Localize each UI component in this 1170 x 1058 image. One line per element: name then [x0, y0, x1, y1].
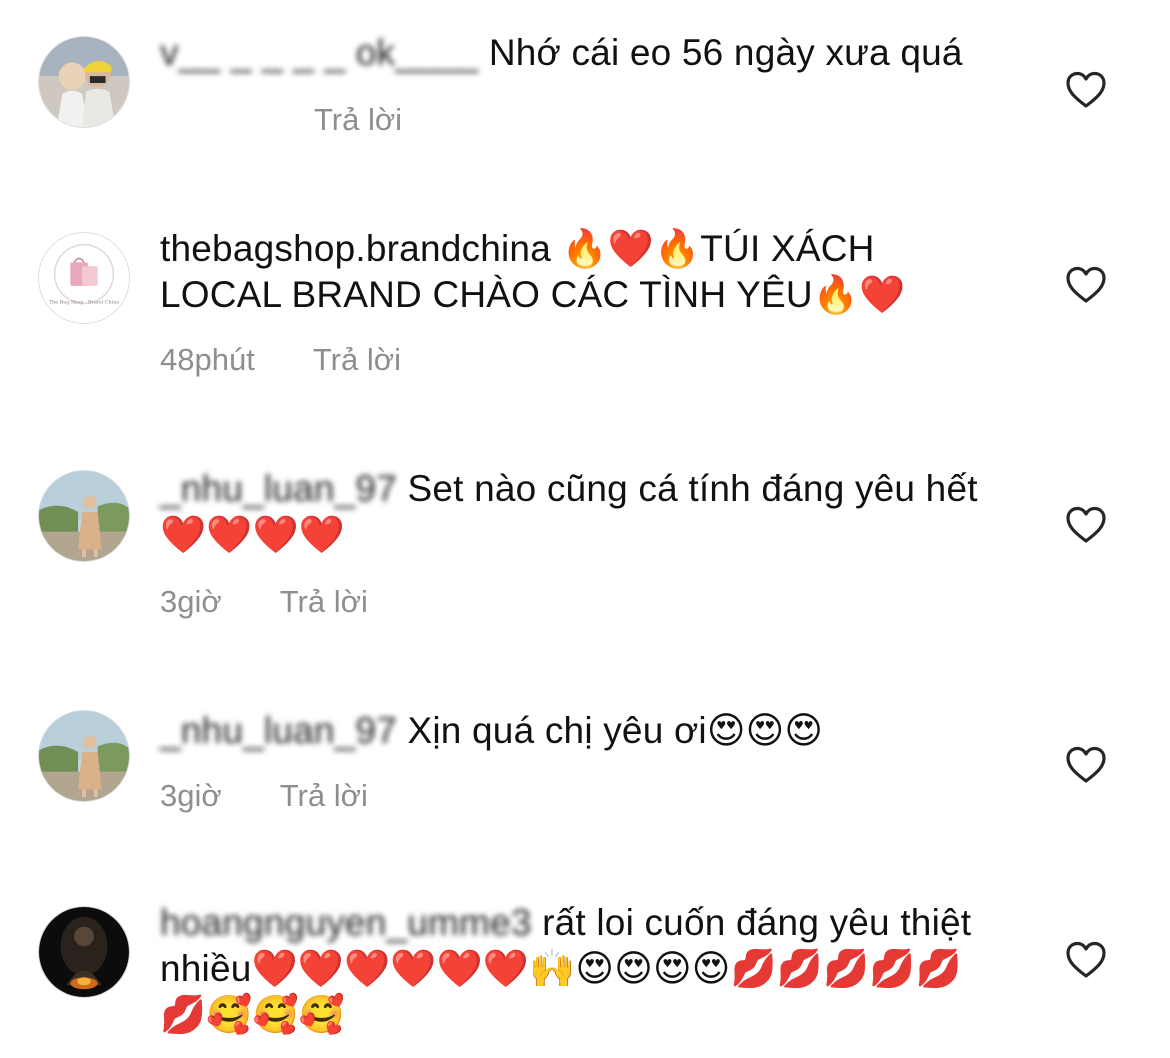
avatar-photo — [39, 471, 129, 561]
reply-button[interactable]: Trả lời — [314, 102, 402, 137]
comment-text: thebagshop.brandchina 🔥❤️🔥TÚI XÁCH LOCAL… — [160, 226, 1000, 318]
comment-body: Xịn quá chị yêu ơi😍😍😍 — [407, 710, 824, 751]
user-avatar[interactable] — [38, 36, 130, 128]
like-button[interactable] — [1064, 265, 1108, 305]
comment-username[interactable]: v__ _ _ _ _ ok____ — [160, 32, 478, 73]
reply-button[interactable]: Trả lời — [313, 342, 401, 377]
heart-outline-icon — [1066, 266, 1106, 303]
like-button[interactable] — [1064, 940, 1108, 980]
comment-time: 48phút — [160, 342, 255, 377]
comment-username[interactable]: _nhu_luan_97 — [160, 710, 397, 751]
comment-body: Nhớ cái eo 56 ngày xưa quá — [488, 32, 963, 73]
comment-text: _nhu_luan_97 Set nào cũng cá tính đáng y… — [160, 466, 1000, 558]
avatar-photo — [39, 907, 129, 997]
user-avatar[interactable] — [38, 470, 130, 562]
avatar-photo: The Bag Shop · Brand China — [39, 233, 129, 323]
comment-meta: 3giờ Trả lời — [160, 776, 368, 816]
comment-text: _nhu_luan_97 Xịn quá chị yêu ơi😍😍😍 — [160, 708, 1000, 754]
heart-outline-icon — [1066, 71, 1106, 108]
user-avatar[interactable]: The Bag Shop · Brand China — [38, 232, 130, 324]
user-avatar[interactable] — [38, 906, 130, 998]
avatar-photo — [39, 37, 129, 127]
user-avatar[interactable] — [38, 710, 130, 802]
svg-text:The Bag Shop · Brand China: The Bag Shop · Brand China — [49, 299, 119, 305]
comment-username[interactable]: _nhu_luan_97 — [160, 468, 397, 509]
like-button[interactable] — [1064, 70, 1108, 110]
like-button[interactable] — [1064, 505, 1108, 545]
comment-text: v__ _ _ _ _ ok____ Nhớ cái eo 56 ngày xư… — [160, 30, 1000, 76]
reply-button[interactable]: Trả lời — [280, 778, 368, 813]
comment-time: 3giờ — [160, 778, 222, 813]
comment-meta: 3giờ Trả lời — [160, 582, 368, 622]
comment-time: 3giờ — [160, 584, 222, 619]
comment-username[interactable]: thebagshop.brandchina — [160, 228, 551, 269]
avatar-photo — [39, 711, 129, 801]
heart-outline-icon — [1066, 941, 1106, 978]
comment-username[interactable]: hoangnguyen_umme3 — [160, 902, 532, 943]
comment-meta: 48phút Trả lời — [160, 340, 401, 380]
like-button[interactable] — [1064, 745, 1108, 785]
heart-outline-icon — [1066, 506, 1106, 543]
reply-button[interactable]: Trả lời — [280, 584, 368, 619]
comment-text: hoangnguyen_umme3 rất loi cuốn đáng yêu … — [160, 900, 1000, 1038]
heart-outline-icon — [1066, 746, 1106, 783]
comment-meta: Trả lời — [314, 100, 402, 140]
